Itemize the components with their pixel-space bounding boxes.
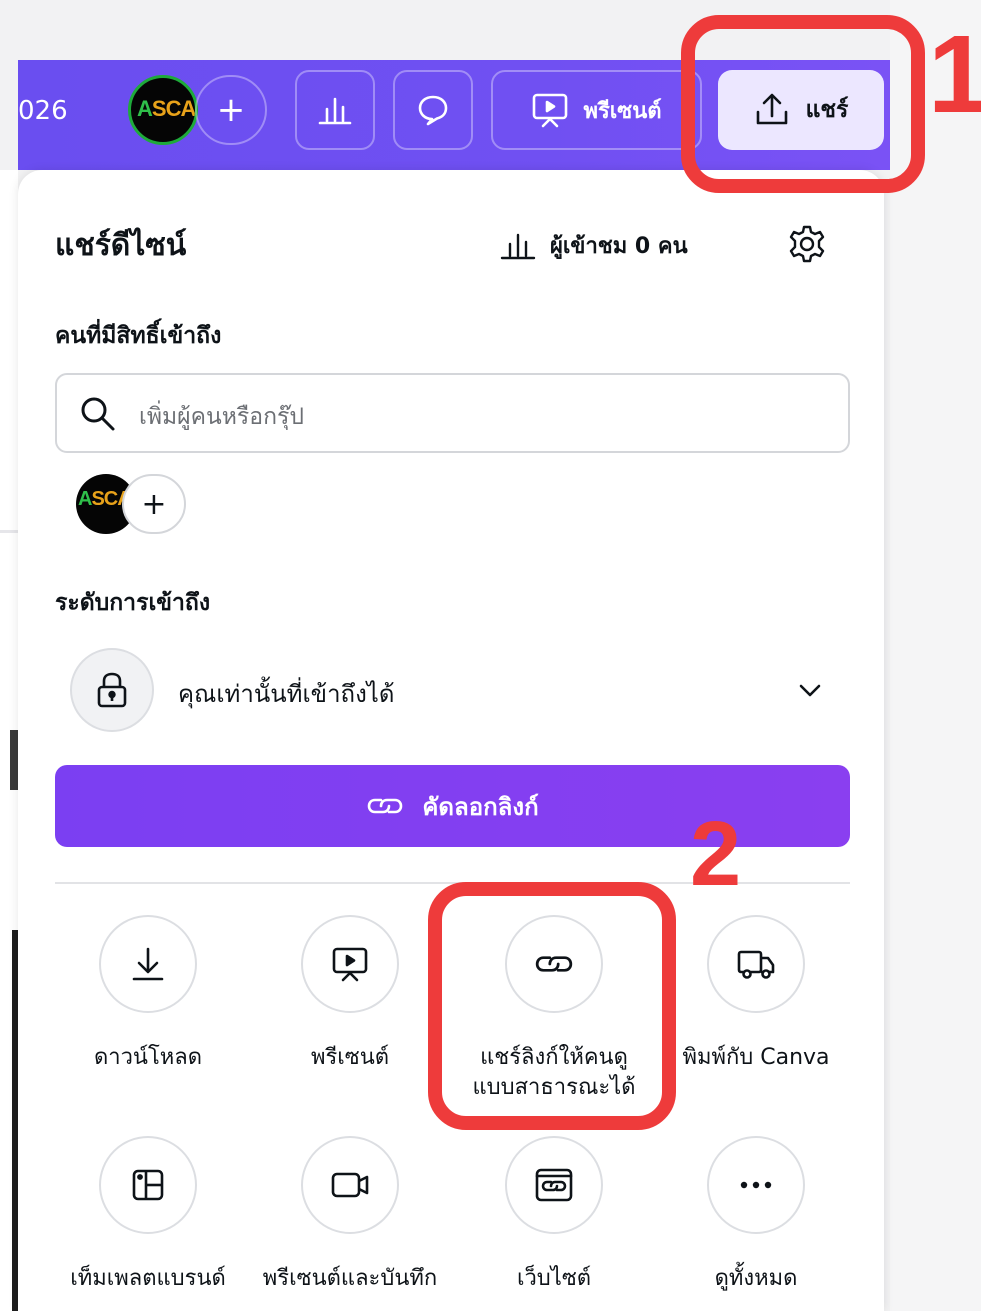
website-label: เว็บไซต์ (516, 1266, 592, 1291)
doc-title-fragment: 026 (18, 96, 68, 126)
brand-template-icon (132, 1169, 164, 1201)
download-icon (132, 947, 164, 981)
see-all-option[interactable]: ดูทั้งหมด (656, 1136, 856, 1294)
present-and-record-option[interactable]: พรีเซนต์และบันทึก (250, 1136, 450, 1294)
link-icon (368, 798, 403, 814)
present-option-label: พรีเซนต์ (310, 1045, 390, 1070)
search-placeholder: เพิ่มผู้คนหรือกรุ๊ป (139, 404, 304, 430)
access-level-value: คุณเท่านั้นที่เข้าถึงได้ (178, 680, 395, 708)
brand-template-label: เท็มเพลตแบรนด์ (70, 1266, 226, 1291)
comment-button[interactable] (393, 70, 473, 150)
brand-template-option[interactable]: เท็มเพลตแบรนด์ (48, 1136, 248, 1294)
insights-button[interactable] (295, 70, 375, 150)
truck-icon (737, 950, 775, 979)
lock-icon-wrap (70, 648, 154, 732)
print-with-canva-label: พิมพ์กับ Canva (682, 1045, 830, 1070)
annotation-box-public-link (428, 882, 676, 1130)
people-with-access-heading: คนที่มีสิทธิ์เข้าถึง (55, 323, 222, 349)
access-level-select[interactable]: คุณเท่านั้นที่เข้าถึงได้ (70, 648, 850, 732)
present-icon (332, 947, 368, 982)
present-option[interactable]: พรีเซนต์ (250, 915, 450, 1073)
comment-icon (418, 95, 448, 126)
add-person-button[interactable]: + (122, 474, 186, 534)
annotation-box-share (681, 15, 925, 193)
annotation-step-2: 2 (690, 803, 742, 905)
present-button[interactable]: พรีเซนต์ (491, 70, 702, 150)
viewer-count-label: ผู้เข้าชม 0 คน (550, 234, 688, 259)
add-collaborator-button[interactable]: + (195, 75, 267, 145)
website-icon (535, 1168, 573, 1202)
more-icon (740, 1181, 772, 1189)
website-option[interactable]: เว็บไซต์ (454, 1136, 654, 1294)
video-icon (331, 1172, 369, 1198)
present-label: พรีเซนต์ (583, 98, 662, 124)
avatar-logo: ASCAI (137, 96, 198, 121)
lock-icon (97, 672, 127, 708)
gear-icon[interactable] (787, 224, 827, 264)
user-avatar[interactable]: ASCAI (128, 75, 198, 145)
annotation-step-1: 1 (928, 13, 981, 136)
add-people-search-input[interactable]: เพิ่มผู้คนหรือกรุ๊ป (55, 373, 850, 453)
canvas-edge (0, 170, 18, 1311)
present-and-record-label: พรีเซนต์และบันทึก (262, 1266, 438, 1291)
search-icon (81, 397, 115, 431)
viewer-count[interactable]: ผู้เข้าชม 0 คน (500, 228, 688, 263)
access-level-heading: ระดับการเข้าถึง (55, 590, 211, 616)
present-icon (533, 93, 568, 128)
download-label: ดาวน์โหลด (93, 1045, 203, 1070)
download-option[interactable]: ดาวน์โหลด (48, 915, 248, 1073)
panel-title: แชร์ดีไซน์ (55, 228, 187, 263)
chevron-down-icon (799, 684, 821, 697)
see-all-label: ดูทั้งหมด (714, 1266, 798, 1291)
copy-link-label: คัดลอกลิงก์ (422, 792, 539, 821)
bar-chart-icon (318, 97, 352, 125)
print-with-canva-option[interactable]: พิมพ์กับ Canva (656, 915, 856, 1073)
bar-chart-icon (500, 233, 536, 259)
background-right (890, 0, 981, 1311)
